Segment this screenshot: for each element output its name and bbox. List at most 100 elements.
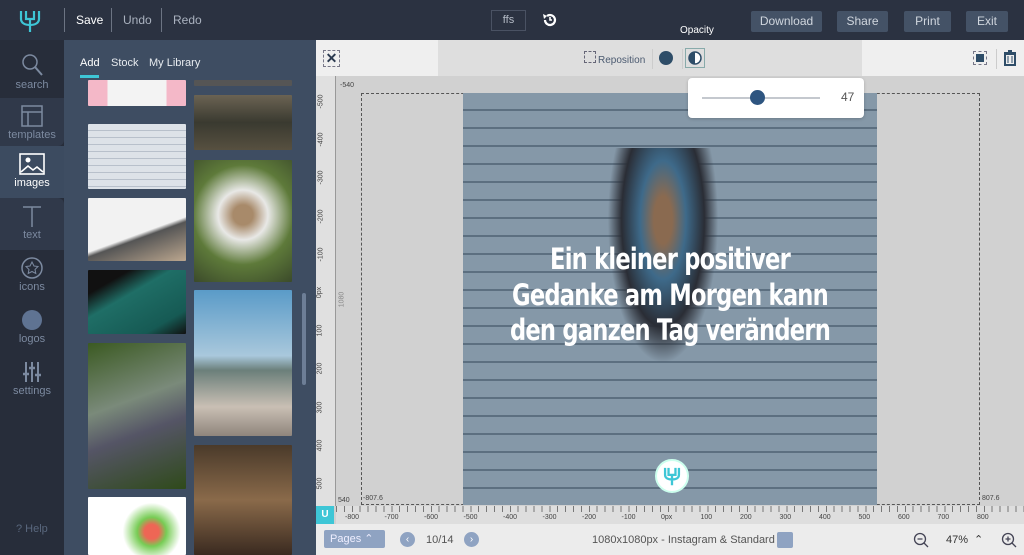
edge-label: -807.6 — [363, 495, 383, 502]
corner-label: 540 — [338, 497, 350, 504]
rail-item-templates[interactable]: templates — [0, 98, 64, 146]
ruler-label: 300 — [779, 514, 792, 521]
layout-icon — [21, 105, 43, 127]
badge-icon — [22, 310, 42, 330]
rail-item-icons[interactable]: icons — [0, 250, 64, 302]
image-thumbnail[interactable] — [88, 198, 186, 261]
download-button[interactable]: Download — [751, 11, 822, 32]
ruler-label: -200 — [582, 514, 597, 521]
images-panel: Add Stock My Library — [64, 40, 316, 555]
search-icon — [22, 54, 43, 76]
ruler-label: -500 — [463, 514, 478, 521]
page-indicator: 10/14 — [426, 534, 454, 546]
active-tab-indicator — [80, 75, 99, 78]
ruler-label: 700 — [937, 514, 950, 521]
undo-button[interactable]: Undo — [123, 13, 152, 27]
print-button[interactable]: Print — [904, 11, 951, 32]
redo-button[interactable]: Redo — [173, 13, 202, 27]
rail-item-text[interactable]: text — [0, 198, 64, 250]
side-rail: search templates images text icons logos… — [0, 40, 64, 555]
edge-label: 807.6 — [982, 495, 1000, 502]
image-thumbnail[interactable] — [194, 290, 292, 436]
quote-line[interactable]: den ganzen Tag verändern — [509, 313, 832, 347]
exit-button[interactable]: Exit — [966, 11, 1008, 32]
image-thumbnail[interactable] — [194, 80, 292, 86]
zoom-level[interactable]: 47% — [946, 534, 968, 546]
ruler-label: 0px — [316, 286, 324, 299]
top-bar: Save Undo Redo ffs Download Share Print … — [0, 0, 1024, 40]
opacity-button[interactable] — [685, 48, 705, 68]
ruler-label: 500 — [316, 477, 324, 490]
watermark-logo[interactable] — [655, 459, 689, 493]
bottom-bar: Pages ⌃ ‹ 10/14 › 1080x1080px - Instagra… — [316, 524, 1024, 555]
ruler-label: 200 — [316, 363, 324, 375]
ruler-label: -100 — [317, 247, 325, 262]
rail-item-logos[interactable]: logos — [0, 302, 64, 354]
ruler-label: -400 — [503, 514, 518, 521]
ruler-label: 0px — [661, 514, 673, 521]
tab-add[interactable]: Add — [80, 57, 100, 69]
trash-icon[interactable] — [1003, 50, 1017, 66]
logo-icon[interactable] — [18, 8, 42, 34]
canvas-toolbar: ✕ Reposition — [316, 40, 1024, 76]
quote-line[interactable]: Ein kleiner positiver — [509, 242, 832, 276]
rail-item-search[interactable]: search — [0, 46, 64, 98]
image-thumbnail[interactable] — [88, 80, 186, 106]
zoom-out-icon[interactable] — [913, 532, 929, 548]
rail-item-settings[interactable]: settings — [0, 354, 64, 406]
image-thumbnail[interactable] — [194, 160, 292, 282]
logo-icon — [663, 467, 681, 486]
quote-line[interactable]: Gedanke am Morgen kann — [509, 278, 832, 312]
reposition-button[interactable]: Reposition — [598, 55, 645, 66]
ruler-label: -500 — [317, 94, 325, 109]
ruler-label: 400 — [316, 439, 324, 452]
history-icon[interactable] — [542, 12, 558, 28]
help-link[interactable]: ? Help — [16, 523, 48, 535]
image-thumbnail[interactable] — [194, 95, 292, 150]
deselect-button[interactable]: ✕ — [323, 50, 340, 67]
share-button[interactable]: Share — [837, 11, 888, 32]
image-thumbnail[interactable] — [88, 497, 186, 555]
tab-my-library[interactable]: My Library — [149, 57, 200, 69]
ruler-label: 800 — [977, 514, 989, 521]
star-icon — [21, 257, 43, 279]
prev-page-button[interactable]: ‹ — [400, 532, 415, 547]
image-thumbnail[interactable] — [88, 270, 186, 334]
rail-item-images[interactable]: images — [0, 146, 64, 198]
image-thumbnail[interactable] — [88, 343, 186, 489]
ruler-label: -800 — [345, 514, 360, 521]
zoom-in-icon[interactable] — [1001, 532, 1017, 548]
reposition-icon — [584, 51, 596, 63]
ruler-label: 300 — [316, 401, 324, 413]
ruler-label: 100 — [700, 514, 713, 521]
save-size-icon[interactable] — [777, 532, 793, 548]
next-page-button[interactable]: › — [464, 532, 479, 547]
opacity-slider-handle[interactable] — [750, 90, 766, 105]
zoom-menu-chevron-icon[interactable]: ⌃ — [974, 533, 983, 546]
image-thumbnail[interactable] — [194, 445, 292, 555]
panel-scrollbar[interactable] — [302, 293, 306, 385]
ruler-label: -400 — [317, 132, 325, 147]
side-label: 1080 — [338, 291, 346, 308]
sliders-icon — [23, 362, 41, 382]
text-icon — [23, 206, 41, 227]
ruler-label: -200 — [317, 209, 325, 224]
ruler-label: -300 — [542, 514, 557, 521]
tab-stock[interactable]: Stock — [111, 57, 139, 69]
opacity-tooltip: Opacity — [680, 25, 714, 36]
opacity-value: 47 — [841, 90, 855, 104]
ruler-label: 400 — [819, 514, 831, 521]
ruler-label: -100 — [621, 514, 636, 521]
ruler-toggle-button[interactable]: U — [316, 506, 334, 524]
font-badge[interactable]: ffs — [491, 10, 526, 31]
image-thumbnail[interactable] — [88, 124, 186, 189]
pages-button[interactable]: Pages ⌃ — [324, 530, 385, 548]
corner-label: -540 — [340, 82, 355, 89]
fit-button[interactable] — [973, 51, 987, 65]
canvas-size-label: 1080x1080px - Instagram & Standard — [592, 534, 775, 546]
save-button[interactable]: Save — [76, 13, 103, 27]
ruler-label: -700 — [384, 514, 399, 521]
color-button[interactable] — [659, 51, 673, 65]
image-icon — [19, 153, 45, 175]
opacity-popover: 47 — [688, 78, 864, 118]
